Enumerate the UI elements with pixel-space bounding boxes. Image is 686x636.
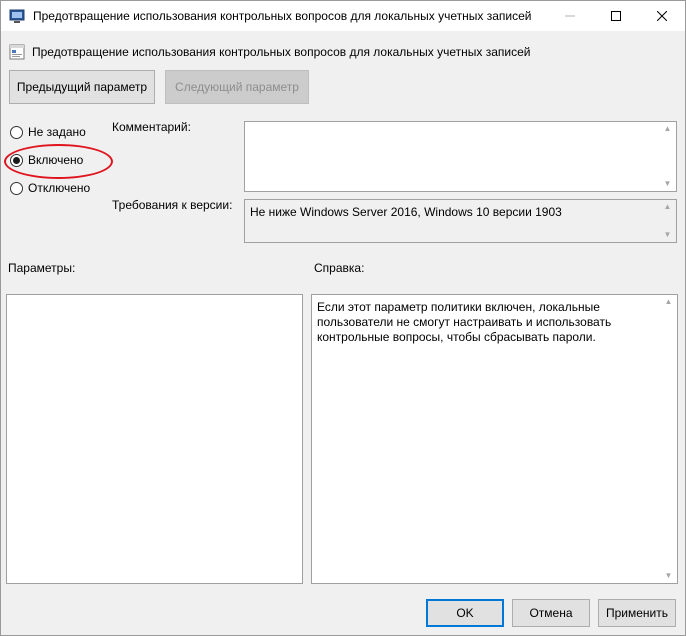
maximize-icon	[611, 11, 621, 21]
scroll-up-icon[interactable]: ▲	[664, 122, 672, 136]
maximize-button[interactable]	[593, 1, 639, 31]
policy-dialog: Предотвращение использования контрольных…	[0, 0, 686, 636]
radio-label: Отключено	[28, 181, 91, 195]
scroll-up-icon[interactable]: ▲	[664, 200, 672, 214]
comment-textarea[interactable]: ▲ ▼	[244, 121, 677, 192]
help-pane: Если этот параметр политики включен, лок…	[311, 294, 678, 584]
supported-on-field: Не ниже Windows Server 2016, Windows 10 …	[244, 199, 677, 243]
ok-button[interactable]: OK	[426, 599, 504, 627]
help-label: Справка:	[314, 261, 365, 275]
cancel-button[interactable]: Отмена	[512, 599, 590, 627]
radio-label: Не задано	[28, 125, 86, 139]
close-icon	[657, 11, 667, 21]
apply-button[interactable]: Применить	[598, 599, 676, 627]
policy-editor-icon	[9, 9, 25, 23]
scroll-down-icon[interactable]: ▼	[664, 228, 672, 242]
comment-scrollbar[interactable]: ▲ ▼	[659, 122, 676, 191]
options-pane	[6, 294, 303, 584]
previous-setting-button[interactable]: Предыдущий параметр	[9, 70, 155, 104]
radio-not-configured[interactable]: Не задано	[10, 125, 86, 139]
window-title: Предотвращение использования контрольных…	[33, 9, 532, 23]
close-button[interactable]	[639, 1, 685, 31]
supported-scrollbar[interactable]: ▲ ▼	[659, 200, 676, 242]
title-bar[interactable]: Предотвращение использования контрольных…	[1, 1, 685, 31]
supported-on-label: Требования к версии:	[112, 198, 233, 212]
scroll-down-icon[interactable]: ▼	[664, 177, 672, 191]
policy-setting-icon	[9, 44, 25, 60]
options-label: Параметры:	[8, 261, 76, 275]
help-text: Если этот параметр политики включен, лок…	[317, 300, 612, 344]
scroll-down-icon[interactable]: ▼	[665, 569, 673, 583]
scroll-up-icon[interactable]: ▲	[665, 295, 673, 309]
next-setting-button[interactable]: Следующий параметр	[165, 70, 309, 104]
minimize-icon	[565, 15, 575, 17]
radio-disabled[interactable]: Отключено	[10, 181, 90, 195]
minimize-button[interactable]	[547, 1, 593, 31]
highlight-annotation	[4, 144, 113, 179]
comment-label: Комментарий:	[112, 120, 191, 134]
help-scrollbar[interactable]: ▲ ▼	[660, 295, 677, 583]
radio-button[interactable]	[10, 181, 23, 195]
supported-on-text: Не ниже Windows Server 2016, Windows 10 …	[250, 205, 562, 219]
policy-name: Предотвращение использования контрольных…	[32, 45, 531, 59]
radio-button[interactable]	[10, 125, 23, 139]
